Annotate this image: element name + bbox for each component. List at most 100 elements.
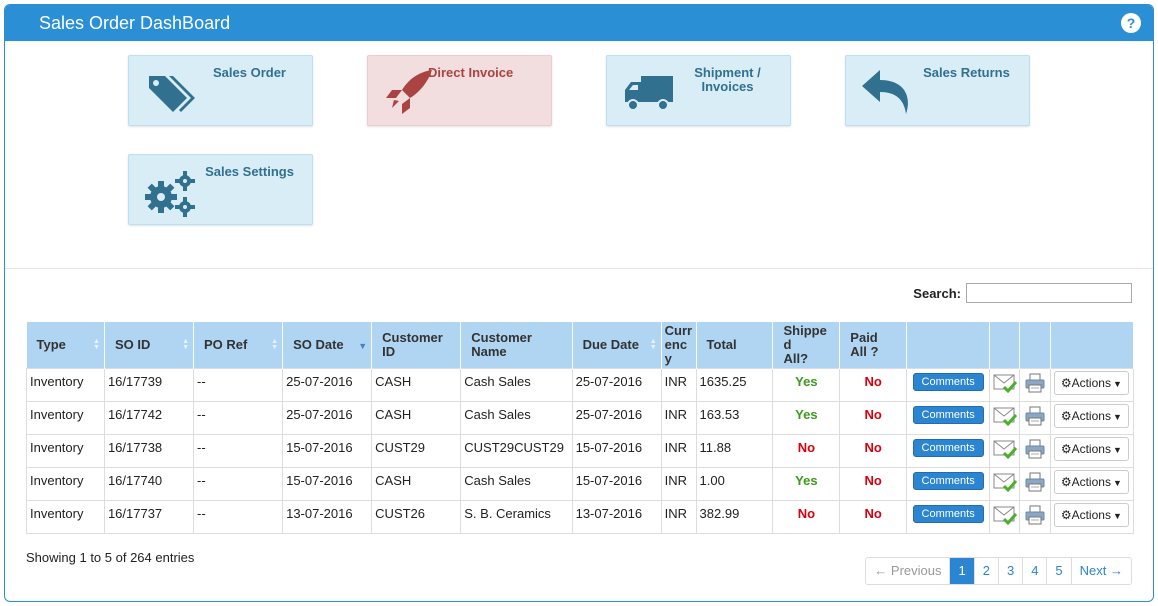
column-header-so-date[interactable]: SO Date ▼ bbox=[282, 322, 373, 369]
sales-orders-table: Type ▲ ▼ SO ID ▲ ▼ PO Ref ▲ ▼ SO Date ▼ Custome… bbox=[26, 322, 1135, 534]
comments-button[interactable]: Comments bbox=[912, 505, 984, 523]
cell-paid-all: No bbox=[839, 368, 908, 402]
cell-currency: INR bbox=[660, 368, 697, 402]
sales-returns-tile[interactable]: Sales Returns bbox=[845, 55, 1030, 126]
panel-header: Sales Order DashBoard ? bbox=[5, 5, 1153, 41]
gear-icon: ⚙ bbox=[1060, 508, 1072, 522]
cell-actions: ⚙Actions ▼ bbox=[1049, 368, 1135, 402]
search-row: Search: bbox=[913, 283, 1132, 303]
cell-so-date: 13-07-2016 bbox=[282, 500, 373, 534]
cell-due-date: 25-07-2016 bbox=[571, 368, 662, 402]
column-header-so-id[interactable]: SO ID ▲ ▼ bbox=[104, 322, 195, 369]
column-header-paid-all[interactable]: Paid All ? bbox=[839, 322, 908, 369]
cell-actions: ⚙Actions ▼ bbox=[1049, 500, 1135, 534]
column-header-total[interactable]: Total bbox=[696, 322, 774, 369]
cell-po-ref: -- bbox=[193, 500, 284, 534]
table-row: Inventory 16/17742 -- 25-07-2016 CASH Cash Sa… bbox=[26, 401, 1135, 435]
cell-comments: Comments bbox=[906, 500, 991, 534]
cell-print bbox=[1019, 467, 1051, 501]
gear-icon: ⚙ bbox=[1060, 376, 1072, 390]
shipment-invoices-tile[interactable]: Shipment / Invoices bbox=[606, 55, 791, 126]
comments-button[interactable]: Comments bbox=[912, 472, 984, 490]
gears-icon bbox=[145, 171, 195, 217]
printer-icon[interactable] bbox=[1024, 405, 1046, 427]
actions-dropdown-button[interactable]: ⚙Actions ▼ bbox=[1053, 503, 1129, 527]
cell-approve bbox=[989, 401, 1021, 435]
sales-settings-tile[interactable]: Sales Settings bbox=[128, 154, 313, 225]
comments-button[interactable]: Comments bbox=[912, 439, 984, 457]
page-2-button[interactable]: 2 bbox=[974, 558, 999, 584]
mail-check-icon[interactable] bbox=[993, 504, 1017, 526]
column-header-po-ref[interactable]: PO Ref ▲ ▼ bbox=[193, 322, 284, 369]
cell-actions: ⚙Actions ▼ bbox=[1049, 467, 1135, 501]
table-header-row: Type ▲ ▼ SO ID ▲ ▼ PO Ref ▲ ▼ SO Date ▼ Custome… bbox=[26, 322, 1135, 369]
cell-customer-name: S. B. Ceramics bbox=[460, 500, 573, 534]
mail-check-icon[interactable] bbox=[993, 372, 1017, 394]
actions-dropdown-button[interactable]: ⚙Actions ▼ bbox=[1053, 437, 1129, 461]
mail-check-icon[interactable] bbox=[993, 405, 1017, 427]
cell-comments: Comments bbox=[906, 434, 991, 468]
column-header-type[interactable]: Type ▲ ▼ bbox=[26, 322, 105, 369]
cell-currency: INR bbox=[660, 401, 697, 435]
cell-currency: INR bbox=[660, 434, 697, 468]
cell-due-date: 13-07-2016 bbox=[571, 500, 662, 534]
page-3-button[interactable]: 3 bbox=[998, 558, 1024, 584]
actions-label: Actions bbox=[1071, 508, 1111, 522]
cell-type: Inventory bbox=[26, 368, 105, 402]
column-header-shipped-all[interactable]: Shippe d All? bbox=[772, 322, 841, 369]
cell-customer-name: Cash Sales bbox=[460, 467, 573, 501]
cell-total: 1635.25 bbox=[695, 368, 774, 402]
actions-dropdown-button[interactable]: ⚙Actions ▼ bbox=[1053, 371, 1129, 395]
mail-check-icon[interactable] bbox=[993, 438, 1017, 460]
column-header-actions bbox=[1050, 322, 1135, 369]
cell-comments: Comments bbox=[906, 467, 991, 501]
mail-check-icon[interactable] bbox=[993, 471, 1017, 493]
cell-comments: Comments bbox=[906, 368, 991, 402]
comments-button[interactable]: Comments bbox=[912, 373, 984, 391]
cell-so-date: 25-07-2016 bbox=[282, 368, 373, 402]
cell-so-date: 15-07-2016 bbox=[282, 467, 373, 501]
printer-icon[interactable] bbox=[1024, 372, 1046, 394]
cell-shipped-all: No bbox=[772, 434, 841, 468]
cell-paid-all: No bbox=[839, 467, 908, 501]
direct-invoice-tile[interactable]: Direct Invoice bbox=[367, 55, 552, 126]
caret-down-icon: ▼ bbox=[1112, 511, 1122, 521]
table-info: Showing 1 to 5 of 264 entries bbox=[26, 550, 195, 565]
page-4-button[interactable]: 4 bbox=[1023, 558, 1048, 584]
column-header-currency[interactable]: Curr enc y bbox=[661, 322, 697, 369]
cell-type: Inventory bbox=[26, 401, 105, 435]
cell-due-date: 15-07-2016 bbox=[571, 434, 662, 468]
printer-icon[interactable] bbox=[1024, 504, 1046, 526]
cell-approve bbox=[989, 368, 1021, 402]
sales-order-tile[interactable]: Sales Order bbox=[128, 55, 313, 126]
cell-total: 163.53 bbox=[695, 401, 774, 435]
cell-so-id: 16/17740 bbox=[103, 467, 195, 501]
cell-type: Inventory bbox=[26, 434, 105, 468]
next-page-button[interactable]: Next → bbox=[1071, 558, 1131, 584]
previous-page-button[interactable]: ← Previous bbox=[866, 558, 951, 584]
actions-dropdown-button[interactable]: ⚙Actions ▼ bbox=[1053, 470, 1129, 494]
comments-button[interactable]: Comments bbox=[912, 406, 984, 424]
direct-invoice-label: Direct Invoice bbox=[428, 65, 514, 80]
cell-approve bbox=[989, 500, 1021, 534]
search-input[interactable] bbox=[966, 283, 1132, 303]
cell-actions: ⚙Actions ▼ bbox=[1049, 434, 1135, 468]
help-icon[interactable]: ? bbox=[1121, 13, 1141, 33]
cell-so-id: 16/17738 bbox=[103, 434, 195, 468]
cell-due-date: 15-07-2016 bbox=[571, 467, 662, 501]
column-header-customer-name[interactable]: Customer Name bbox=[460, 322, 573, 369]
cell-shipped-all: No bbox=[772, 500, 841, 534]
cell-shipped-all: Yes bbox=[772, 401, 841, 435]
printer-icon[interactable] bbox=[1024, 471, 1046, 493]
shortcut-tiles: Sales Order Direct Invoice Shipment / In… bbox=[5, 41, 1153, 269]
column-header-customer-id[interactable]: Customer ID bbox=[371, 322, 462, 369]
page-5-button[interactable]: 5 bbox=[1047, 558, 1072, 584]
cell-print bbox=[1019, 434, 1051, 468]
page-1-button[interactable]: 1 bbox=[950, 558, 975, 584]
actions-dropdown-button[interactable]: ⚙Actions ▼ bbox=[1053, 404, 1129, 428]
cell-so-id: 16/17742 bbox=[103, 401, 195, 435]
actions-label: Actions bbox=[1071, 442, 1111, 456]
sales-returns-label: Sales Returns bbox=[923, 65, 1010, 80]
printer-icon[interactable] bbox=[1024, 438, 1046, 460]
column-header-due-date[interactable]: Due Date ▲ ▼ bbox=[572, 322, 662, 369]
